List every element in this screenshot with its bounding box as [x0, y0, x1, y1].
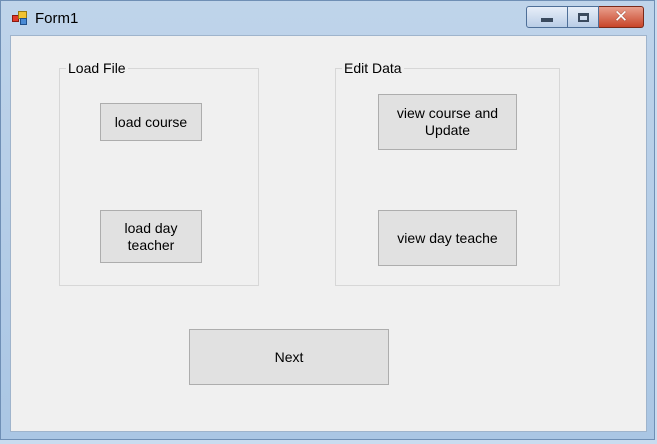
- close-icon: ✕: [613, 7, 629, 27]
- app-icon[interactable]: [12, 10, 28, 26]
- close-button[interactable]: ✕: [599, 6, 644, 28]
- caption-buttons: ✕: [526, 6, 644, 28]
- maximize-button[interactable]: [568, 6, 599, 28]
- minimize-icon: [541, 17, 553, 22]
- next-button[interactable]: Next: [189, 329, 389, 385]
- load-day-teacher-button[interactable]: load day teacher: [100, 210, 202, 263]
- view-course-update-button[interactable]: view course and Update: [378, 94, 517, 150]
- load-file-group-label: Load File: [66, 60, 128, 76]
- form-client-area: Load File load course load day teacher E…: [10, 35, 647, 432]
- view-day-teache-button[interactable]: view day teache: [378, 210, 517, 266]
- form-window: Form1 ✕ Load File load course load day t…: [0, 0, 655, 440]
- minimize-button[interactable]: [526, 6, 568, 28]
- maximize-icon: [577, 12, 589, 22]
- title-bar[interactable]: Form1 ✕: [1, 1, 654, 35]
- window-title: Form1: [35, 10, 79, 27]
- edit-data-group-label: Edit Data: [342, 60, 404, 76]
- load-course-button[interactable]: load course: [100, 103, 202, 141]
